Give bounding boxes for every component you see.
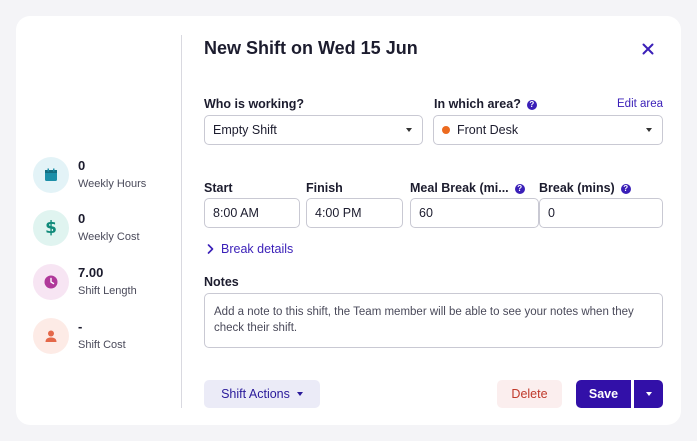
help-icon[interactable]: ? (526, 99, 537, 110)
meal-break-value: 60 (419, 206, 433, 220)
chevron-down-icon (406, 128, 412, 132)
meal-break-label-text: Meal Break (mi... (410, 181, 509, 195)
meal-break-input[interactable]: 60 (410, 198, 539, 228)
chevron-down-icon (296, 392, 303, 396)
stat-label: Weekly Cost (78, 231, 140, 243)
notes-label: Notes (204, 275, 239, 289)
notes-placeholder: Add a note to this shift, the Team membe… (214, 306, 634, 334)
shift-actions-label: Shift Actions (221, 387, 290, 401)
close-icon[interactable] (642, 43, 654, 55)
stat-value: 0 (78, 158, 86, 173)
stat-weekly-cost: $ 0 Weekly Cost (33, 210, 140, 246)
start-time-value: 8:00 AM (213, 206, 259, 220)
area-label: In which area?? (434, 97, 537, 111)
shift-modal: 0 Weekly Hours $ 0 Weekly Cost 7.00 Shif… (16, 16, 681, 425)
break-label: Break (mins)? (539, 181, 631, 195)
finish-time-value: 4:00 PM (315, 206, 362, 220)
notes-textarea[interactable]: Add a note to this shift, the Team membe… (204, 293, 663, 348)
stat-value: - (78, 319, 83, 334)
meal-break-label: Meal Break (mi...? (410, 181, 525, 195)
stat-value: 7.00 (78, 265, 104, 280)
person-icon (33, 318, 69, 354)
chevron-right-icon (207, 244, 214, 254)
modal-title: New Shift on Wed 15 Jun (204, 38, 418, 58)
who-label: Who is working? (204, 97, 304, 111)
delete-button[interactable]: Delete (497, 380, 562, 408)
stat-shift-cost: - Shift Cost (33, 318, 126, 354)
stat-weekly-hours: 0 Weekly Hours (33, 157, 146, 193)
finish-time-input[interactable]: 4:00 PM (306, 198, 403, 228)
start-time-input[interactable]: 8:00 AM (204, 198, 300, 228)
area-label-text: In which area? (434, 97, 521, 111)
chevron-down-icon (645, 392, 652, 396)
break-details-label: Break details (221, 242, 294, 256)
who-value: Empty Shift (213, 123, 277, 137)
dollar-icon: $ (33, 210, 69, 246)
save-options-button[interactable] (634, 380, 663, 408)
column-divider (181, 35, 182, 408)
stat-label: Shift Length (78, 285, 137, 297)
start-label: Start (204, 181, 233, 195)
area-value: Front Desk (457, 123, 519, 137)
stat-value: 0 (78, 211, 86, 226)
edit-area-link[interactable]: Edit area (617, 98, 663, 110)
save-button[interactable]: Save (576, 380, 631, 408)
shift-actions-button[interactable]: Shift Actions (204, 380, 320, 408)
who-select[interactable]: Empty Shift (204, 115, 423, 145)
stat-shift-length: 7.00 Shift Length (33, 264, 137, 300)
help-icon[interactable]: ? (620, 183, 631, 194)
calendar-icon (33, 157, 69, 193)
help-icon[interactable]: ? (514, 183, 525, 194)
break-value: 0 (548, 206, 555, 220)
area-select[interactable]: Front Desk (433, 115, 663, 145)
area-color-dot (442, 126, 450, 134)
close-button[interactable] (637, 38, 659, 60)
break-input[interactable]: 0 (539, 198, 663, 228)
stat-label: Weekly Hours (78, 178, 147, 190)
finish-label: Finish (306, 181, 343, 195)
break-details-toggle[interactable]: Break details (207, 242, 293, 256)
chevron-down-icon (646, 128, 652, 132)
clock-icon (33, 264, 69, 300)
stat-label: Shift Cost (78, 339, 126, 351)
break-label-text: Break (mins) (539, 181, 615, 195)
